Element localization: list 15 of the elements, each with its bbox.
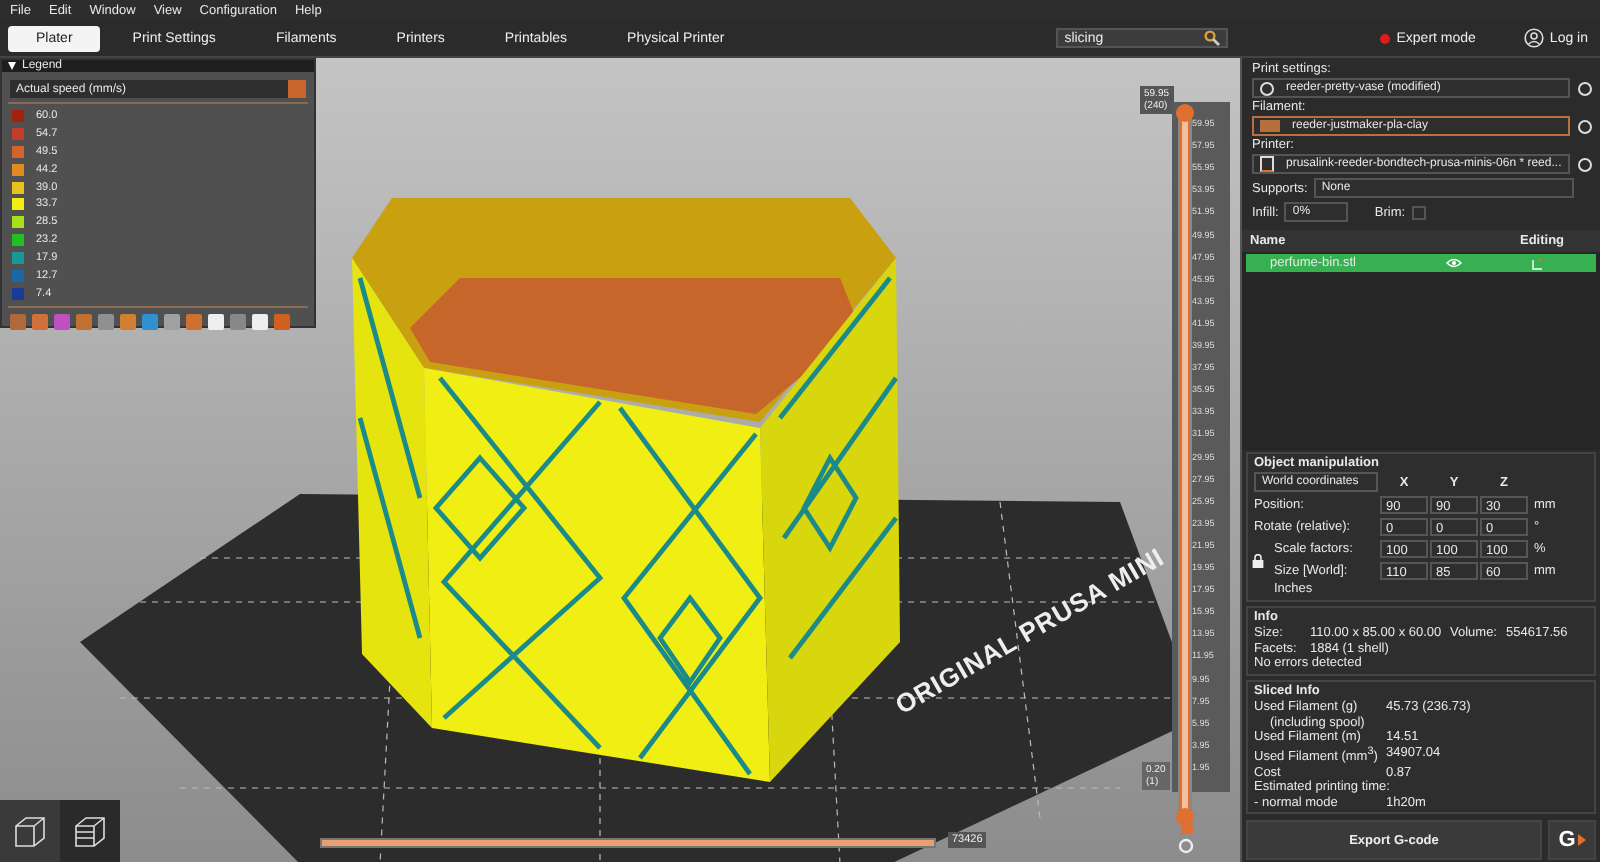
collapse-icon[interactable] — [8, 62, 16, 70]
arrow-icon — [1577, 834, 1586, 846]
search-icon — [1204, 30, 1221, 46]
send-button[interactable]: G — [1548, 820, 1596, 860]
3d-view-button[interactable] — [0, 800, 60, 862]
edit-icon[interactable] — [1532, 257, 1544, 269]
cube-icon — [12, 814, 48, 850]
user-icon — [1523, 28, 1544, 48]
brim-checkbox[interactable] — [1411, 205, 1426, 219]
layers-view-button[interactable] — [60, 800, 120, 862]
dropdown-icon — [288, 80, 306, 98]
layered-cube-icon — [72, 814, 108, 850]
printer-icon — [1260, 156, 1274, 172]
lock-icon[interactable] — [1252, 554, 1264, 569]
eye-icon[interactable] — [1446, 258, 1462, 268]
